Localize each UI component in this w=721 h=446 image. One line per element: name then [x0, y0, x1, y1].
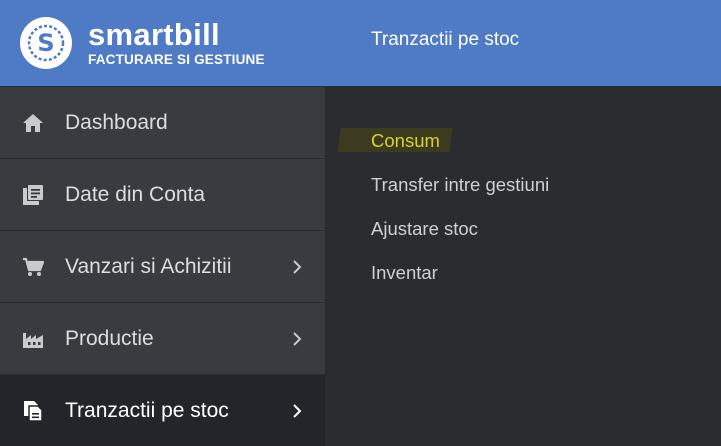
- sidebar-item-dashboard[interactable]: Dashboard: [0, 86, 325, 158]
- brand-name: smartbill: [88, 16, 220, 52]
- chevron-right-icon: [287, 331, 307, 347]
- chevron-right-icon: [287, 259, 307, 275]
- brand-header[interactable]: S smartbill FACTURARE SI GESTIUNE: [0, 0, 325, 86]
- sidebar-item-label: Tranzactii pe stoc: [65, 398, 229, 422]
- app-window: S smartbill FACTURARE SI GESTIUNE Dashbo…: [0, 0, 721, 446]
- submenu-link-transfer-intre-gestiuni[interactable]: Transfer intre gestiuni: [325, 163, 721, 207]
- submenu-title: Tranzactii pe stoc: [325, 0, 721, 86]
- sidebar: S smartbill FACTURARE SI GESTIUNE Dashbo…: [0, 0, 325, 446]
- sidebar-item-date-din-conta[interactable]: Date din Conta: [0, 158, 325, 230]
- submenu-link-label: Inventar: [371, 262, 438, 283]
- submenu-link-inventar[interactable]: Inventar: [325, 251, 721, 295]
- brand-tagline: FACTURARE SI GESTIUNE: [88, 51, 265, 67]
- sidebar-item-tranzactii-pe-stoc[interactable]: Tranzactii pe stoc: [0, 374, 325, 446]
- sidebar-item-vanzari-si-achizitii[interactable]: Vanzari si Achizitii: [0, 230, 325, 302]
- submenu-link-label: Transfer intre gestiuni: [371, 174, 550, 195]
- submenu-link-label: Consum: [371, 130, 440, 151]
- sidebar-item-label: Productie: [65, 326, 154, 350]
- sidebar-item-productie[interactable]: Productie: [0, 302, 325, 374]
- submenu-link-ajustare-stoc[interactable]: Ajustare stoc: [325, 207, 721, 251]
- smartbill-logo-icon: S: [20, 17, 72, 69]
- submenu-panel: Tranzactii pe stoc Consum Transfer intre…: [325, 0, 721, 446]
- svg-text:S: S: [37, 29, 54, 57]
- sidebar-item-label: Vanzari si Achizitii: [65, 254, 232, 278]
- sidebar-item-label: Date din Conta: [65, 182, 206, 206]
- submenu-link-label: Ajustare stoc: [371, 218, 478, 239]
- sidebar-nav: Dashboard Date din Conta Vanzari si Achi…: [0, 86, 325, 446]
- cart-icon: [21, 255, 45, 279]
- brand-text: smartbill FACTURARE SI GESTIUNE: [88, 19, 265, 68]
- sidebar-item-label: Dashboard: [65, 110, 168, 134]
- home-icon: [21, 111, 45, 135]
- submenu-link-consum[interactable]: Consum: [325, 119, 721, 163]
- chevron-right-icon: [287, 403, 307, 419]
- documents-icon: [21, 183, 45, 207]
- factory-icon: [21, 327, 45, 351]
- stock-transactions-icon: [21, 399, 45, 423]
- submenu-list: Consum Transfer intre gestiuni Ajustare …: [325, 86, 721, 295]
